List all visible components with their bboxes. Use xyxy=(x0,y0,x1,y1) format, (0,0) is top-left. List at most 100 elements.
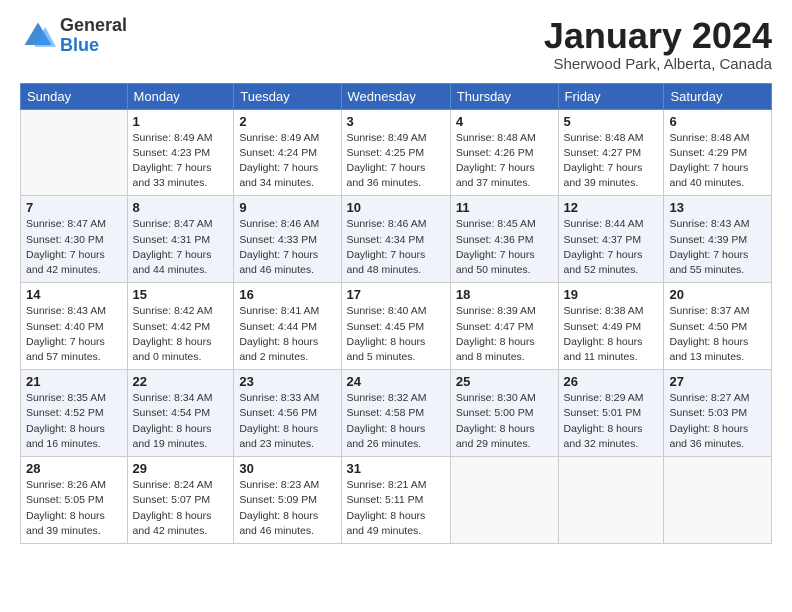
day-number: 19 xyxy=(564,287,659,302)
calendar-cell: 19 Sunrise: 8:38 AMSunset: 4:49 PMDaylig… xyxy=(558,283,664,370)
day-number: 8 xyxy=(133,200,229,215)
calendar-cell: 8 Sunrise: 8:47 AMSunset: 4:31 PMDayligh… xyxy=(127,196,234,283)
day-number: 5 xyxy=(564,114,659,129)
day-info: Sunrise: 8:49 AMSunset: 4:23 PMDaylight:… xyxy=(133,131,229,192)
col-monday: Monday xyxy=(127,83,234,109)
day-info: Sunrise: 8:48 AMSunset: 4:26 PMDaylight:… xyxy=(456,131,553,192)
day-info: Sunrise: 8:44 AMSunset: 4:37 PMDaylight:… xyxy=(564,217,659,278)
calendar-cell: 22 Sunrise: 8:34 AMSunset: 4:54 PMDaylig… xyxy=(127,370,234,457)
calendar-cell: 20 Sunrise: 8:37 AMSunset: 4:50 PMDaylig… xyxy=(664,283,772,370)
calendar-week-3: 14 Sunrise: 8:43 AMSunset: 4:40 PMDaylig… xyxy=(21,283,772,370)
day-info: Sunrise: 8:49 AMSunset: 4:24 PMDaylight:… xyxy=(239,131,335,192)
logo-blue: Blue xyxy=(60,36,127,56)
day-info: Sunrise: 8:30 AMSunset: 5:00 PMDaylight:… xyxy=(456,391,553,452)
calendar-cell: 29 Sunrise: 8:24 AMSunset: 5:07 PMDaylig… xyxy=(127,457,234,544)
day-info: Sunrise: 8:26 AMSunset: 5:05 PMDaylight:… xyxy=(26,478,122,539)
day-info: Sunrise: 8:39 AMSunset: 4:47 PMDaylight:… xyxy=(456,304,553,365)
day-number: 3 xyxy=(347,114,445,129)
calendar-header-row: Sunday Monday Tuesday Wednesday Thursday… xyxy=(21,83,772,109)
day-number: 7 xyxy=(26,200,122,215)
day-info: Sunrise: 8:38 AMSunset: 4:49 PMDaylight:… xyxy=(564,304,659,365)
day-info: Sunrise: 8:23 AMSunset: 5:09 PMDaylight:… xyxy=(239,478,335,539)
day-number: 11 xyxy=(456,200,553,215)
calendar-cell: 26 Sunrise: 8:29 AMSunset: 5:01 PMDaylig… xyxy=(558,370,664,457)
month-title: January 2024 xyxy=(544,16,772,56)
calendar-cell xyxy=(558,457,664,544)
day-number: 9 xyxy=(239,200,335,215)
day-info: Sunrise: 8:48 AMSunset: 4:29 PMDaylight:… xyxy=(669,131,766,192)
title-section: January 2024 Sherwood Park, Alberta, Can… xyxy=(544,16,772,73)
calendar-cell xyxy=(664,457,772,544)
day-info: Sunrise: 8:46 AMSunset: 4:33 PMDaylight:… xyxy=(239,217,335,278)
day-number: 22 xyxy=(133,374,229,389)
calendar-cell: 30 Sunrise: 8:23 AMSunset: 5:09 PMDaylig… xyxy=(234,457,341,544)
calendar-cell: 4 Sunrise: 8:48 AMSunset: 4:26 PMDayligh… xyxy=(450,109,558,196)
day-number: 16 xyxy=(239,287,335,302)
day-number: 27 xyxy=(669,374,766,389)
col-saturday: Saturday xyxy=(664,83,772,109)
calendar-cell: 10 Sunrise: 8:46 AMSunset: 4:34 PMDaylig… xyxy=(341,196,450,283)
calendar-cell xyxy=(21,109,128,196)
day-info: Sunrise: 8:47 AMSunset: 4:30 PMDaylight:… xyxy=(26,217,122,278)
calendar-cell: 25 Sunrise: 8:30 AMSunset: 5:00 PMDaylig… xyxy=(450,370,558,457)
day-info: Sunrise: 8:24 AMSunset: 5:07 PMDaylight:… xyxy=(133,478,229,539)
day-number: 25 xyxy=(456,374,553,389)
calendar-cell: 31 Sunrise: 8:21 AMSunset: 5:11 PMDaylig… xyxy=(341,457,450,544)
col-sunday: Sunday xyxy=(21,83,128,109)
day-number: 15 xyxy=(133,287,229,302)
day-number: 6 xyxy=(669,114,766,129)
day-number: 29 xyxy=(133,461,229,476)
day-number: 30 xyxy=(239,461,335,476)
day-info: Sunrise: 8:32 AMSunset: 4:58 PMDaylight:… xyxy=(347,391,445,452)
logo-general: General xyxy=(60,16,127,36)
calendar-cell: 6 Sunrise: 8:48 AMSunset: 4:29 PMDayligh… xyxy=(664,109,772,196)
calendar-cell: 7 Sunrise: 8:47 AMSunset: 4:30 PMDayligh… xyxy=(21,196,128,283)
day-info: Sunrise: 8:41 AMSunset: 4:44 PMDaylight:… xyxy=(239,304,335,365)
day-number: 17 xyxy=(347,287,445,302)
calendar-cell: 5 Sunrise: 8:48 AMSunset: 4:27 PMDayligh… xyxy=(558,109,664,196)
calendar-cell: 21 Sunrise: 8:35 AMSunset: 4:52 PMDaylig… xyxy=(21,370,128,457)
day-number: 23 xyxy=(239,374,335,389)
page: General Blue January 2024 Sherwood Park,… xyxy=(0,0,792,612)
logo-text: General Blue xyxy=(60,16,127,56)
day-number: 14 xyxy=(26,287,122,302)
calendar-cell: 13 Sunrise: 8:43 AMSunset: 4:39 PMDaylig… xyxy=(664,196,772,283)
day-number: 13 xyxy=(669,200,766,215)
day-info: Sunrise: 8:45 AMSunset: 4:36 PMDaylight:… xyxy=(456,217,553,278)
calendar-week-5: 28 Sunrise: 8:26 AMSunset: 5:05 PMDaylig… xyxy=(21,457,772,544)
day-info: Sunrise: 8:48 AMSunset: 4:27 PMDaylight:… xyxy=(564,131,659,192)
calendar-week-4: 21 Sunrise: 8:35 AMSunset: 4:52 PMDaylig… xyxy=(21,370,772,457)
day-number: 12 xyxy=(564,200,659,215)
day-info: Sunrise: 8:47 AMSunset: 4:31 PMDaylight:… xyxy=(133,217,229,278)
day-number: 26 xyxy=(564,374,659,389)
col-thursday: Thursday xyxy=(450,83,558,109)
calendar-cell: 28 Sunrise: 8:26 AMSunset: 5:05 PMDaylig… xyxy=(21,457,128,544)
day-info: Sunrise: 8:43 AMSunset: 4:40 PMDaylight:… xyxy=(26,304,122,365)
calendar-cell: 16 Sunrise: 8:41 AMSunset: 4:44 PMDaylig… xyxy=(234,283,341,370)
day-number: 2 xyxy=(239,114,335,129)
day-number: 21 xyxy=(26,374,122,389)
day-number: 10 xyxy=(347,200,445,215)
day-number: 31 xyxy=(347,461,445,476)
day-number: 18 xyxy=(456,287,553,302)
day-info: Sunrise: 8:33 AMSunset: 4:56 PMDaylight:… xyxy=(239,391,335,452)
day-info: Sunrise: 8:43 AMSunset: 4:39 PMDaylight:… xyxy=(669,217,766,278)
calendar-cell: 12 Sunrise: 8:44 AMSunset: 4:37 PMDaylig… xyxy=(558,196,664,283)
col-wednesday: Wednesday xyxy=(341,83,450,109)
col-friday: Friday xyxy=(558,83,664,109)
day-number: 20 xyxy=(669,287,766,302)
day-info: Sunrise: 8:37 AMSunset: 4:50 PMDaylight:… xyxy=(669,304,766,365)
day-info: Sunrise: 8:29 AMSunset: 5:01 PMDaylight:… xyxy=(564,391,659,452)
header: General Blue January 2024 Sherwood Park,… xyxy=(20,16,772,73)
day-info: Sunrise: 8:34 AMSunset: 4:54 PMDaylight:… xyxy=(133,391,229,452)
calendar-cell: 17 Sunrise: 8:40 AMSunset: 4:45 PMDaylig… xyxy=(341,283,450,370)
calendar-cell: 24 Sunrise: 8:32 AMSunset: 4:58 PMDaylig… xyxy=(341,370,450,457)
day-info: Sunrise: 8:49 AMSunset: 4:25 PMDaylight:… xyxy=(347,131,445,192)
calendar-week-1: 1 Sunrise: 8:49 AMSunset: 4:23 PMDayligh… xyxy=(21,109,772,196)
calendar-cell: 15 Sunrise: 8:42 AMSunset: 4:42 PMDaylig… xyxy=(127,283,234,370)
day-info: Sunrise: 8:35 AMSunset: 4:52 PMDaylight:… xyxy=(26,391,122,452)
calendar-cell: 14 Sunrise: 8:43 AMSunset: 4:40 PMDaylig… xyxy=(21,283,128,370)
logo: General Blue xyxy=(20,16,127,56)
day-number: 4 xyxy=(456,114,553,129)
location-subtitle: Sherwood Park, Alberta, Canada xyxy=(544,56,772,73)
